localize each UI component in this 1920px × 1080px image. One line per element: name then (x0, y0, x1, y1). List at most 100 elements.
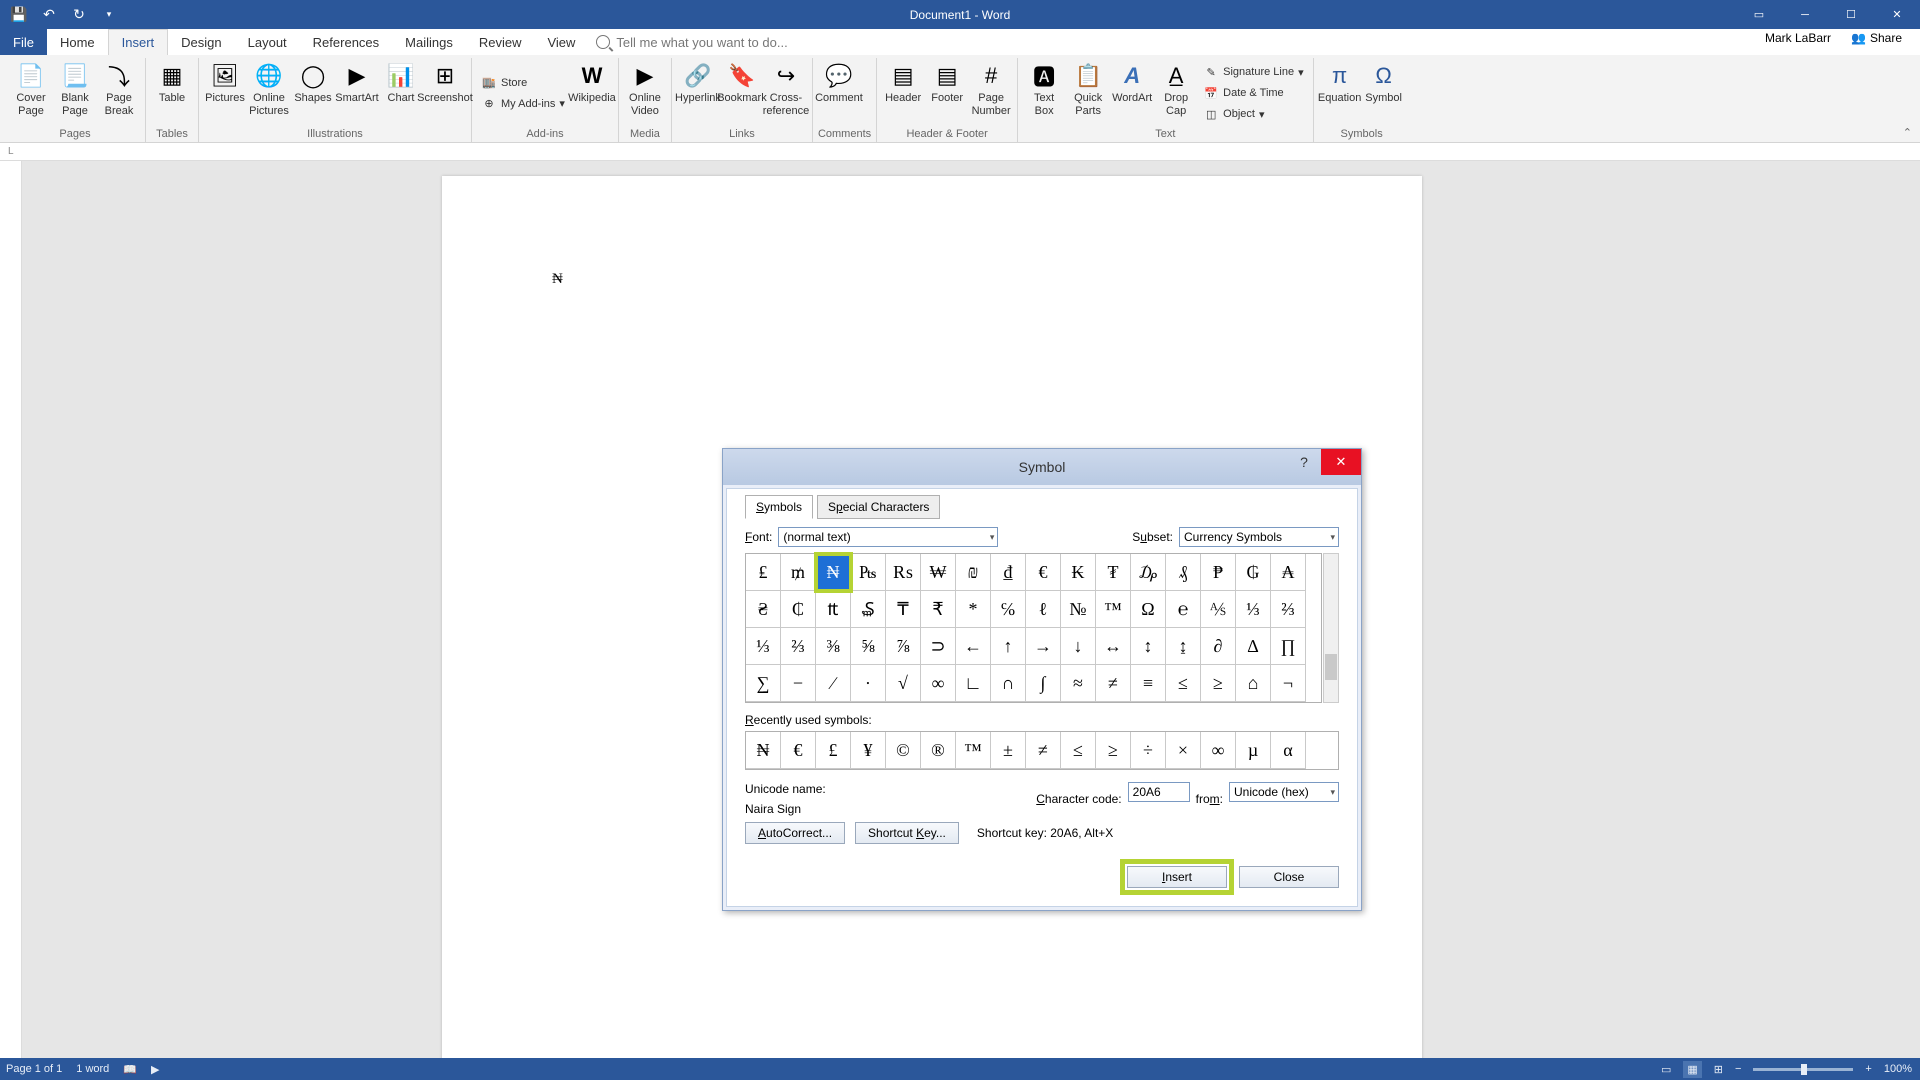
cross-reference-button[interactable]: ↪Cross-reference (765, 58, 807, 119)
symbol-cell[interactable]: ≈ (1061, 665, 1096, 702)
recent-symbol-cell[interactable]: ÷ (1131, 732, 1166, 769)
symbol-cell[interactable]: ⌂ (1236, 665, 1271, 702)
tab-design[interactable]: Design (168, 29, 234, 55)
quick-parts-button[interactable]: 📋Quick Parts (1067, 58, 1109, 119)
scrollbar-thumb[interactable] (1325, 654, 1337, 680)
tab-mailings[interactable]: Mailings (392, 29, 466, 55)
insert-button[interactable]: Insert (1127, 866, 1227, 888)
tell-me-search[interactable]: Tell me what you want to do... (596, 29, 787, 55)
text-box-button[interactable]: 🅰Text Box (1023, 58, 1065, 119)
symbol-cell[interactable]: ⅔ (781, 628, 816, 665)
symbol-cell[interactable]: ⊃ (921, 628, 956, 665)
share-button[interactable]: 👥 Share (1843, 29, 1910, 47)
symbol-cell[interactable]: ⅝ (851, 628, 886, 665)
symbol-cell[interactable]: ⅔ (1271, 591, 1306, 628)
symbol-cell[interactable]: ¬ (1271, 665, 1306, 702)
symbol-cell[interactable]: ₩ (921, 554, 956, 591)
recent-symbol-cell[interactable]: ® (921, 732, 956, 769)
symbol-cell[interactable]: → (1026, 628, 1061, 665)
tab-review[interactable]: Review (466, 29, 535, 55)
screenshot-button[interactable]: ⊞Screenshot (424, 58, 466, 107)
recent-symbol-cell[interactable]: µ (1236, 732, 1271, 769)
symbol-cell[interactable]: ⅓ (746, 628, 781, 665)
symbol-cell[interactable]: ⅜ (816, 628, 851, 665)
symbol-cell[interactable]: € (1026, 554, 1061, 591)
cover-page-button[interactable]: 📄Cover Page (10, 58, 52, 119)
recent-symbol-cell[interactable]: ™ (956, 732, 991, 769)
symbol-cell[interactable]: ₴ (746, 591, 781, 628)
symbol-grid[interactable]: ₤₥₦₧₨₩₪₫€₭₮₯₰₱₲₳₴₵₶₷₸₹*℅ℓ№™Ω℮⅍⅓⅔⅓⅔⅜⅝⅞⊃←↑… (745, 553, 1322, 703)
blank-page-button[interactable]: 📃Blank Page (54, 58, 96, 119)
online-video-button[interactable]: ▶Online Video (624, 58, 666, 119)
comment-button[interactable]: 💬Comment (818, 58, 860, 107)
redo-icon[interactable]: ↻ (70, 6, 88, 24)
symbol-cell[interactable]: ← (956, 628, 991, 665)
qat-customize-icon[interactable]: ▾ (100, 6, 118, 24)
dialog-help-button[interactable]: ? (1289, 449, 1319, 475)
symbol-cell[interactable]: √ (886, 665, 921, 702)
close-dialog-button[interactable]: Close (1239, 866, 1339, 888)
wikipedia-button[interactable]: WWikipedia (571, 58, 613, 107)
symbol-cell[interactable]: № (1061, 591, 1096, 628)
zoom-in-button[interactable]: + (1865, 1063, 1871, 1075)
symbol-cell[interactable]: ₭ (1061, 554, 1096, 591)
symbol-cell[interactable]: ∩ (991, 665, 1026, 702)
zoom-out-button[interactable]: − (1735, 1063, 1741, 1075)
symbol-cell[interactable]: * (956, 591, 991, 628)
store-button[interactable]: 🏬Store (477, 73, 569, 93)
symbol-cell[interactable]: ₳ (1271, 554, 1306, 591)
spellcheck-icon[interactable]: 📖 (123, 1063, 137, 1076)
autocorrect-button[interactable]: AutoCorrect... (745, 822, 845, 844)
symbol-cell[interactable]: ™ (1096, 591, 1131, 628)
bookmark-button[interactable]: 🔖Bookmark (721, 58, 763, 107)
symbol-cell[interactable]: ₪ (956, 554, 991, 591)
symbol-cell[interactable]: ₤ (746, 554, 781, 591)
tab-view[interactable]: View (534, 29, 588, 55)
recent-symbol-cell[interactable]: © (886, 732, 921, 769)
symbol-cell[interactable]: ₫ (991, 554, 1026, 591)
symbol-cell[interactable]: ∆ (1236, 628, 1271, 665)
header-button[interactable]: ▤Header (882, 58, 924, 107)
smartart-button[interactable]: ▶SmartArt (336, 58, 378, 107)
recent-symbol-cell[interactable]: ± (991, 732, 1026, 769)
object-button[interactable]: ◫Object ▾ (1199, 104, 1307, 124)
page-break-button[interactable]: ⤵Page Break (98, 58, 140, 119)
macro-icon[interactable]: ▶ (151, 1063, 159, 1076)
recent-symbol-cell[interactable]: ≤ (1061, 732, 1096, 769)
symbol-cell[interactable]: ∟ (956, 665, 991, 702)
symbol-cell[interactable]: ℮ (1166, 591, 1201, 628)
zoom-slider[interactable] (1753, 1068, 1853, 1071)
recent-symbol-cell[interactable]: ≥ (1096, 732, 1131, 769)
recent-symbol-cell[interactable]: ₦ (746, 732, 781, 769)
table-button[interactable]: ▦Table (151, 58, 193, 107)
symbol-cell[interactable]: ₷ (851, 591, 886, 628)
recent-symbol-cell[interactable]: € (781, 732, 816, 769)
save-icon[interactable]: 💾 (10, 6, 28, 24)
chart-button[interactable]: 📊Chart (380, 58, 422, 107)
vertical-ruler[interactable] (0, 161, 22, 1058)
status-page[interactable]: Page 1 of 1 (6, 1063, 62, 1076)
symbol-cell[interactable]: Ω (1131, 591, 1166, 628)
symbol-cell[interactable]: ₧ (851, 554, 886, 591)
close-button[interactable]: ✕ (1874, 0, 1920, 29)
symbol-cell[interactable]: ₰ (1166, 554, 1201, 591)
symbol-cell[interactable]: ∞ (921, 665, 956, 702)
recent-symbol-cell[interactable]: £ (816, 732, 851, 769)
minimize-button[interactable]: ─ (1782, 0, 1828, 29)
subset-combo[interactable]: Currency Symbols (1179, 527, 1339, 547)
symbol-cell[interactable]: ₦ (816, 554, 851, 591)
symbol-cell[interactable]: ⅞ (886, 628, 921, 665)
grid-scrollbar[interactable] (1323, 553, 1339, 703)
symbol-cell[interactable]: ≥ (1201, 665, 1236, 702)
char-code-input[interactable]: 20A6 (1128, 782, 1190, 802)
dialog-close-button[interactable]: ✕ (1321, 449, 1361, 475)
symbol-cell[interactable]: ⅓ (1236, 591, 1271, 628)
drop-cap-button[interactable]: A̲Drop Cap (1155, 58, 1197, 119)
symbol-cell[interactable]: ₥ (781, 554, 816, 591)
from-combo[interactable]: Unicode (hex) (1229, 782, 1339, 802)
equation-button[interactable]: πEquation (1319, 58, 1361, 107)
my-addins-button[interactable]: ⊕My Add-ins ▾ (477, 94, 569, 114)
recent-symbol-cell[interactable]: α (1271, 732, 1306, 769)
ribbon-options-icon[interactable]: ▭ (1736, 0, 1782, 29)
tab-insert[interactable]: Insert (108, 29, 169, 55)
